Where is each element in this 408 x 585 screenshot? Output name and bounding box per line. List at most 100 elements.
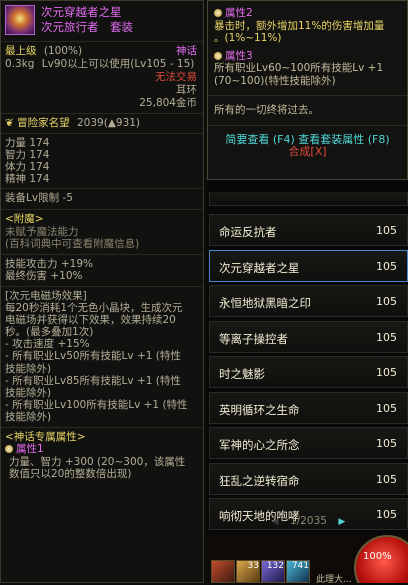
item-tooltip: 次元穿越者之星 次元旅行者 套装 最上级 (100%) 神话 0.3kg Lv9…: [0, 0, 204, 583]
ability-line: 秒。(最多叠加1次): [5, 326, 94, 339]
list-item[interactable]: 军神的心之所念 105: [209, 427, 408, 459]
list-item-name: 时之魅影: [219, 367, 265, 381]
item-list: 命运反抗者 105 次元穿越者之星 105 永恒地狱黑暗之印 105 等离子操控者 10…: [209, 192, 408, 534]
list-item-name: 英明循环之生命: [219, 402, 300, 417]
earring-item-icon: [5, 5, 35, 35]
divider: [1, 209, 203, 210]
list-item-level: 105: [376, 472, 397, 486]
weight-level-row: 0.3kg Lv90以上可以使用(Lv105 - 15): [1, 58, 203, 71]
combine-button[interactable]: 合成[X]: [208, 145, 407, 159]
hud-text: 此理大...: [316, 575, 352, 585]
level-requirement: Lv90以上可以使用(Lv105 - 15): [41, 58, 195, 70]
trade-status: 无法交易: [155, 71, 197, 83]
list-item[interactable]: 命运反抗者 105: [209, 214, 408, 246]
attribute-1-label: 属性1: [1, 443, 203, 456]
price-row: 25,804金币: [1, 97, 203, 110]
list-item-level: 105: [376, 295, 397, 308]
skill-attack: 技能攻击力 +19%: [5, 257, 93, 270]
list-item[interactable]: 狂乱之逆转宿命 105: [209, 462, 408, 495]
list-item-name: 永恒地狱黑暗之印: [219, 296, 311, 310]
list-item[interactable]: [209, 192, 408, 206]
list-item-name: 命运反抗者: [219, 225, 277, 239]
attribute-3-line: 所有职业Lv60~100所有技能Lv +1: [214, 62, 384, 74]
tooltip-header: 次元穿越者之星 次元旅行者 套装: [1, 1, 203, 42]
divider: [1, 133, 203, 134]
list-item-level: 105: [376, 224, 397, 237]
list-item-name: 军神的心之所念: [219, 438, 300, 452]
ability-line: 技能除外): [5, 411, 52, 424]
divider: [1, 426, 203, 428]
list-item-level: 105: [376, 401, 397, 415]
skill-slot[interactable]: 132: [261, 560, 285, 583]
attribute-2-label: 属性2: [208, 7, 407, 20]
skill-slot[interactable]: 741: [286, 560, 310, 583]
enchant-hint: (百科词典中可查看附魔信息): [5, 238, 140, 250]
gem-icon: [214, 9, 222, 17]
prev-page-icon[interactable]: ◀: [272, 517, 279, 527]
attribute-1-line: 力量、智力 +300 (20~300，该属性: [9, 455, 186, 468]
list-item-level: 105: [376, 259, 397, 273]
list-item[interactable]: 等离子操控者 105: [209, 320, 408, 353]
hp-orb: 100%: [350, 535, 408, 583]
rarity-label: 神话: [176, 45, 197, 57]
reputation-value: 2039(▲931): [77, 117, 141, 129]
ability-line: - 攻击速度 +15%: [5, 338, 90, 351]
ability-line: [次元电磁场效果]: [5, 289, 87, 302]
divider: [208, 95, 407, 96]
slot-row: 耳环: [1, 84, 203, 97]
stat-vitality: 体力 174: [5, 161, 50, 173]
ability-line: - 所有职业Lv50所有技能Lv +1 (特性: [5, 350, 181, 363]
attribute-3-label: 属性3: [208, 50, 407, 63]
reputation-icon: ❦: [5, 117, 14, 129]
list-item[interactable]: 英明循环之生命 105: [209, 391, 408, 424]
reputation-label: 冒险家名望: [17, 117, 70, 129]
attribute-2-line: 。(1%~11%): [214, 32, 282, 44]
skill-slot[interactable]: 33: [236, 560, 260, 583]
item-name: 次元穿越者之星: [41, 5, 122, 19]
trade-row: 无法交易: [1, 71, 203, 84]
list-item-selected[interactable]: 次元穿越者之星 105: [209, 249, 408, 282]
divider: [1, 253, 203, 255]
list-item-level: 105: [376, 330, 397, 344]
flavor-quote: 所有的一切终将过去。: [214, 104, 319, 116]
list-item[interactable]: 时之魅影 105: [209, 356, 408, 388]
stat-intelligence: 智力 174: [5, 149, 50, 161]
divider: [1, 188, 203, 189]
gem-icon: [5, 445, 13, 454]
ability-line: - 所有职业Lv100所有技能Lv +1 (特性: [5, 399, 188, 412]
list-item-level: 105: [376, 366, 397, 379]
item-slot: 耳环: [176, 84, 197, 96]
stats-block: 力量 174 智力 174 体力 174 精神 174: [1, 137, 203, 185]
list-item[interactable]: 永恒地狱黑暗之印 105: [209, 285, 408, 317]
ability-line: - 所有职业Lv85所有技能Lv +1 (特性: [5, 374, 181, 387]
grade-row: 最上级 (100%) 神话: [1, 45, 203, 58]
skill-slot[interactable]: [211, 560, 235, 583]
enchant-title: <附魔>: [5, 213, 44, 225]
grade-percent: (100%): [43, 45, 83, 57]
next-page-icon[interactable]: ▶: [338, 517, 345, 527]
list-item-name: 次元穿越者之星: [219, 260, 300, 275]
item-set-name: 次元旅行者 套装: [41, 20, 133, 34]
list-item-name: 狂乱之逆转宿命: [219, 473, 300, 488]
attribute-3-line: (70~100)(特性技能除外): [214, 74, 336, 87]
page-indicator: 1/2035: [290, 515, 327, 527]
list-item-level: 105: [376, 437, 397, 450]
final-damage: 最终伤害 +10%: [5, 270, 83, 282]
grade-label: 最上级: [5, 45, 37, 57]
list-item-name: 等离子操控者: [219, 331, 288, 346]
ability-line: 每20秒消耗1个无色小晶块，生成次元: [5, 301, 183, 314]
ability-line: 电磁场并获得以下效果，效果持续20: [5, 313, 176, 326]
reputation-row: ❦ 冒险家名望 2039(▲931): [1, 117, 203, 130]
weight: 0.3kg: [5, 58, 35, 70]
attribute-1-line: 数值只以20的整数倍出现): [9, 468, 132, 481]
ability-description: [次元电磁场效果] 每20秒消耗1个无色小晶块，生成次元 电磁场并获得以下效果，…: [1, 290, 203, 424]
enchant-none: 未赋予魔法能力: [5, 225, 79, 238]
attribute-2-line: 暴击时，额外增加11%的伤害增加量: [214, 19, 385, 32]
equip-level-limit: 装备Lv限制 -5: [5, 192, 73, 204]
stat-strength: 力量 174: [5, 137, 50, 149]
divider: [1, 113, 203, 114]
divider: [208, 124, 407, 126]
ability-line: 技能除外): [5, 362, 52, 375]
myth-attributes-title: <神话专属属性>: [5, 430, 86, 443]
divider: [1, 285, 203, 287]
